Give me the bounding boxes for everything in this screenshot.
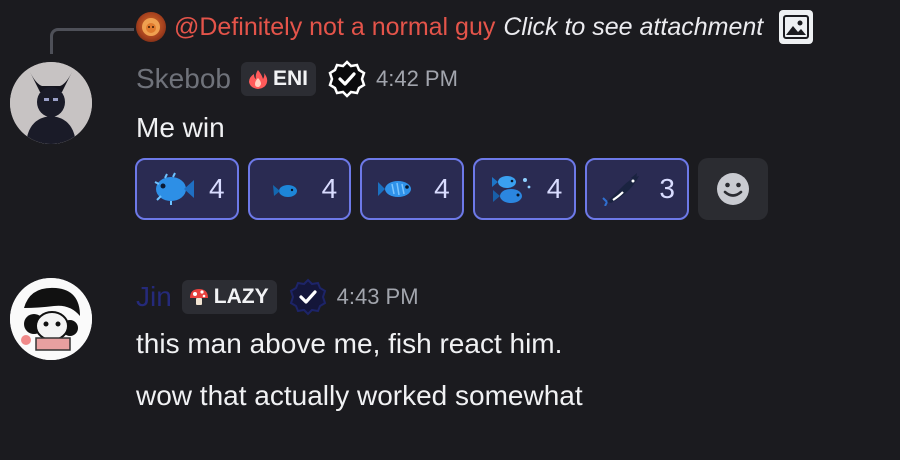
avatar[interactable] [10,62,92,144]
fire-icon [248,70,268,89]
guild-tag-label: LAZY [213,285,269,308]
blowfish-icon [151,172,195,206]
reaction-count: 4 [434,173,450,204]
reply-reference[interactable]: @Definitely not a normal guy Click to se… [136,8,814,46]
guild-tag-label: ENI [272,67,308,90]
verified-check-icon [289,278,327,316]
reply-connector [50,28,134,54]
reaction-count: 4 [546,173,563,204]
guild-tag[interactable]: LAZY [181,280,277,314]
guild-tag[interactable]: ENI [240,62,316,96]
timestamp[interactable]: 4:43 PM [337,284,419,310]
small-fish-icon [264,172,308,206]
reaction-count: 4 [209,173,225,204]
message-content: wow that actually worked somewhat [136,380,583,411]
reaction-blowfish[interactable]: 4 [135,158,239,220]
fish-school-icon [489,172,533,206]
reactions-bar: 4 4 4 4 3 [135,158,768,220]
image-attachment-icon[interactable] [779,10,814,44]
timestamp[interactable]: 4:42 PM [376,66,458,92]
message-content: this man above me, fish react him. [136,328,563,359]
reaction-fish-school[interactable]: 4 [472,158,577,220]
lion-avatar-icon [142,18,160,36]
reaction-small-fish[interactable]: 4 [247,158,352,220]
reaction-count: 3 [659,173,675,204]
orca-icon [601,172,645,206]
message-content: Me win [136,112,225,143]
mushroom-icon [189,289,208,305]
verified-check-icon [328,60,366,98]
cartoon-avatar-icon [10,278,92,360]
reaction-count: 4 [321,173,338,204]
username[interactable]: Skebob [136,63,231,95]
reaction-fish[interactable]: 4 [360,158,464,220]
reply-author-name[interactable]: @Definitely not a normal guy [174,13,495,42]
horned-figure-avatar-icon [10,62,92,144]
fish-icon [376,172,420,206]
reaction-orca[interactable]: 3 [585,158,689,220]
smiley-icon [716,173,749,205]
avatar[interactable] [10,278,92,360]
reply-author-avatar[interactable] [136,12,166,42]
reply-attachment-text[interactable]: Click to see attachment [503,13,763,42]
add-reaction-button[interactable] [697,158,768,220]
username[interactable]: Jin [136,281,172,313]
